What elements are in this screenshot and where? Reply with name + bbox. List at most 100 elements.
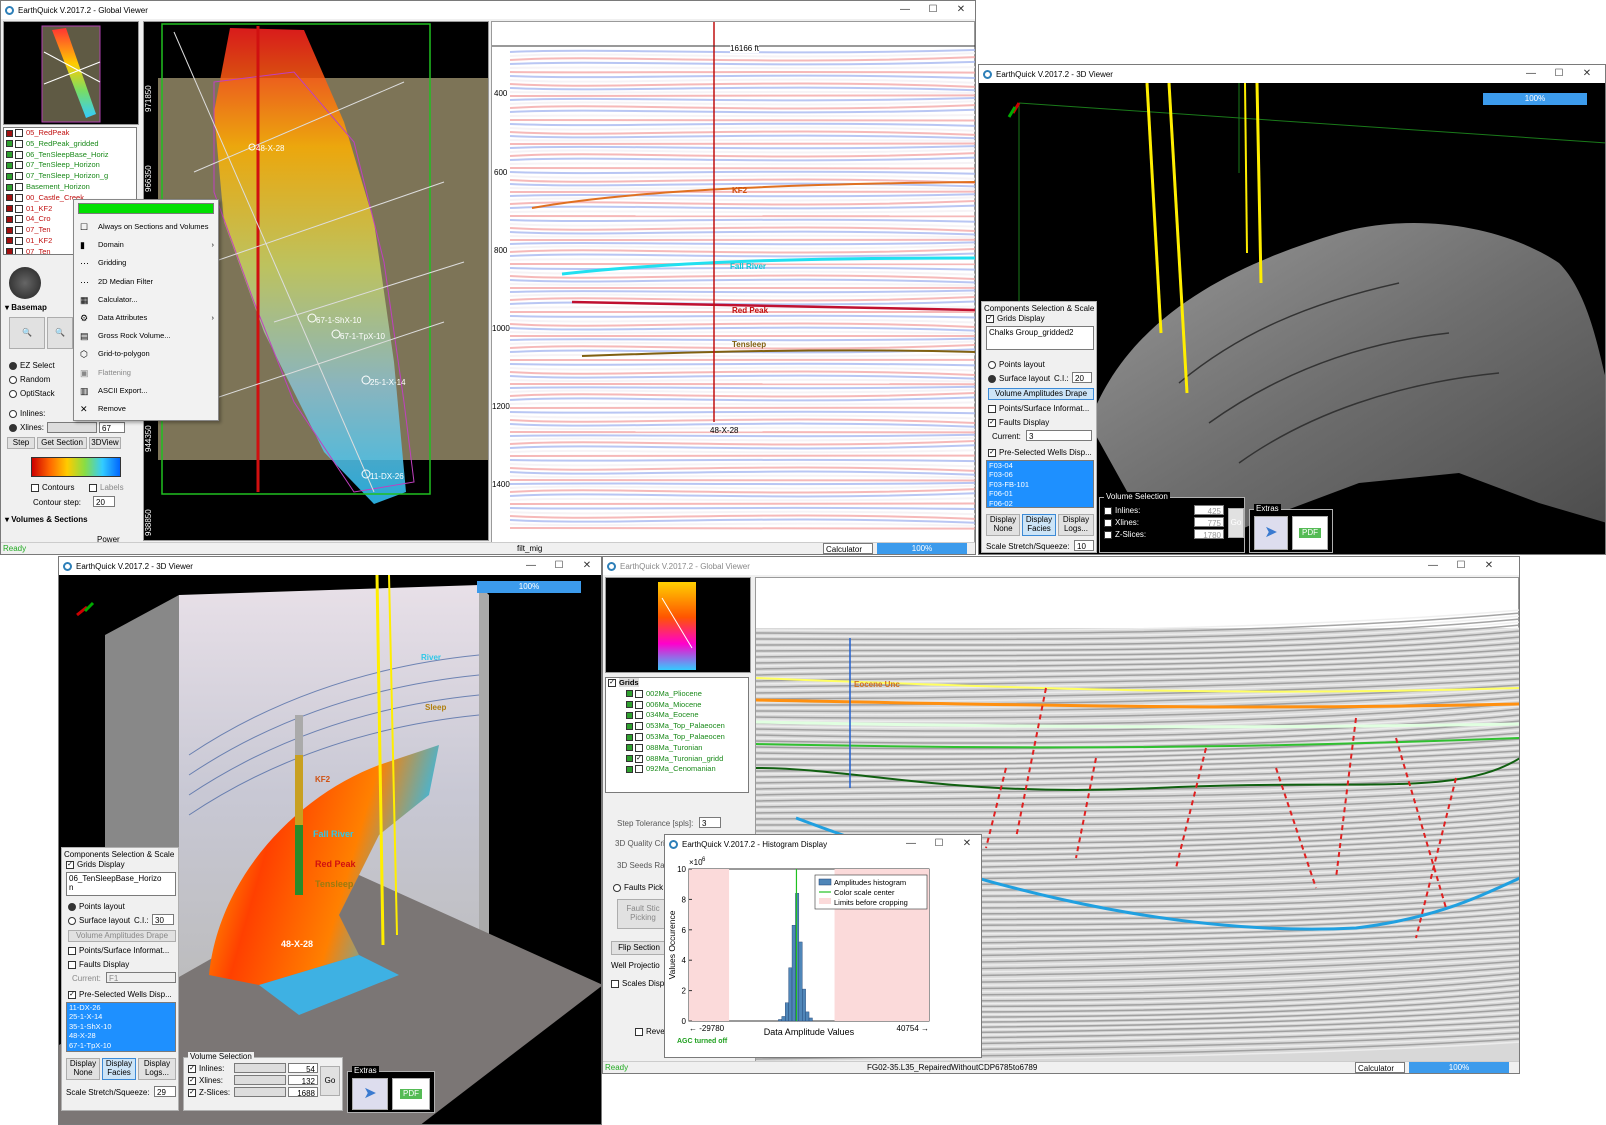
grids-display-checkbox[interactable]: ✓ Grids Display — [66, 860, 125, 869]
title-bar[interactable]: EarthQuick V.2017.2 - Global Viewer — ☐ … — [1, 1, 975, 19]
faults-picking-radio[interactable]: Faults Pick — [613, 883, 663, 892]
basemap-header[interactable]: ▾ Basemap — [5, 303, 47, 312]
maximize-icon[interactable]: ☐ — [545, 557, 573, 575]
zslices-slider[interactable] — [234, 1087, 286, 1097]
grids-display-checkbox[interactable]: ✓ Grids Display — [986, 314, 1045, 323]
grid-checkbox[interactable] — [635, 743, 643, 752]
maximize-icon[interactable]: ☐ — [919, 1, 947, 19]
display-logs-button[interactable]: Display Logs... — [1058, 514, 1094, 536]
well-item[interactable]: F03-06 — [987, 470, 1093, 479]
view3d-button[interactable]: 3DView — [89, 437, 121, 449]
menu-item[interactable]: ⋯ 2D Median Filter — [74, 273, 218, 291]
grid-checkbox[interactable] — [15, 161, 23, 170]
grid-checkbox[interactable] — [635, 689, 643, 698]
grid-checkbox[interactable] — [15, 204, 23, 213]
faults-display-checkbox[interactable]: Faults Display — [68, 960, 129, 969]
grid-item[interactable]: 053Ma_Top_Palaeocen — [606, 721, 748, 732]
mode-optistack[interactable]: OptiStack — [9, 389, 55, 398]
go-button[interactable]: Go — [1228, 508, 1244, 538]
labels-checkbox[interactable]: Labels — [89, 483, 124, 492]
minimize-icon[interactable]: — — [517, 557, 545, 575]
well-item[interactable]: F06-01 — [987, 489, 1093, 498]
pre-selected-wells-checkbox[interactable]: ✓ Pre-Selected Wells Disp... — [988, 448, 1092, 457]
display-none-button[interactable]: Display None — [66, 1058, 100, 1080]
reverse-checkbox[interactable]: Reve — [635, 1027, 665, 1036]
section-canvas[interactable]: 16166 ft 400 600 800 1000 1200 1400 KF2 … — [491, 21, 975, 551]
grid-checkbox[interactable] — [15, 215, 23, 224]
menu-item[interactable]: ▣ Flattening — [74, 364, 218, 382]
grid-item[interactable]: ✓ 088Ma_Turonian_gridd — [606, 754, 748, 765]
grid-checkbox[interactable] — [635, 711, 643, 720]
well-item[interactable]: 11-DX-26 — [67, 1003, 175, 1012]
menu-item[interactable]: ▤ Gross Rock Volume... — [74, 327, 218, 345]
xlines-field[interactable]: 132 — [288, 1075, 318, 1085]
grid-item[interactable]: 053Ma_Top_Palaeocen — [606, 732, 748, 743]
grid-select[interactable]: Chalks Group_gridded2 — [986, 326, 1094, 350]
mode-ez-select[interactable]: EZ Select — [9, 361, 55, 370]
grid-checkbox[interactable] — [15, 226, 23, 235]
minimize-icon[interactable]: — — [891, 1, 919, 19]
title-bar[interactable]: EarthQuick V.2017.2 - 3D Viewer — ☐ ✕ — [979, 65, 1605, 83]
title-bar[interactable]: EarthQuick V.2017.2 - Global Viewer — ☐ … — [603, 557, 1519, 575]
wells-list[interactable]: F03-04 F03-06 F03-FB-101 F06-01 F06-02 — [986, 460, 1094, 508]
grid-checkbox[interactable] — [15, 193, 23, 202]
step-button[interactable]: Step — [7, 437, 35, 449]
menu-item[interactable]: ▦ Calculator... — [74, 291, 218, 309]
menu-item[interactable]: ▮ Domain › — [74, 236, 218, 254]
calculator-select[interactable]: Calculator — [823, 543, 873, 554]
flip-section-button[interactable]: Flip Section — [611, 941, 667, 955]
inlines-checkbox[interactable]: ✓ Inlines: — [188, 1064, 224, 1073]
menu-item[interactable]: ⬡ Grid-to-polygon — [74, 345, 218, 363]
grid-item[interactable]: 06_TenSleepBase_Horiz — [4, 150, 136, 161]
zslices-field[interactable]: 1688 — [288, 1087, 318, 1097]
pdf-export-button[interactable]: PDF — [392, 1078, 430, 1110]
display-logs-button[interactable]: Display Logs... — [138, 1058, 176, 1080]
grid-item[interactable]: Basement_Horizon — [4, 182, 136, 193]
ci-field[interactable]: 20 — [1072, 372, 1092, 383]
scales-display-checkbox[interactable]: Scales Disp — [611, 979, 664, 988]
maximize-icon[interactable]: ☐ — [925, 835, 953, 853]
color-scale-bar[interactable] — [31, 457, 121, 477]
grid-item[interactable]: 088Ma_Turonian — [606, 743, 748, 754]
grid-item[interactable]: 07_TenSleep_Horizon — [4, 160, 136, 171]
grid-checkbox[interactable] — [15, 150, 23, 159]
step-tolerance-field[interactable]: 3 — [699, 817, 721, 828]
scale-stretch-field[interactable]: 10 — [1074, 540, 1094, 551]
maximize-icon[interactable]: ☐ — [1545, 65, 1573, 83]
grid-item[interactable]: 07_TenSleep_Horizon_g — [4, 171, 136, 182]
menu-item[interactable]: ✕ Remove — [74, 400, 218, 418]
close-icon[interactable]: ✕ — [573, 557, 601, 575]
grid-checkbox[interactable] — [15, 129, 23, 138]
grid-item[interactable]: 006Ma_Miocene — [606, 700, 748, 711]
current-select[interactable]: F1 — [106, 972, 176, 983]
inlines-field[interactable]: 425 — [1194, 505, 1224, 515]
maximize-icon[interactable]: ☐ — [1447, 557, 1475, 575]
grid-item[interactable]: 034Ma_Eocene — [606, 710, 748, 721]
ci-field[interactable]: 30 — [152, 914, 174, 925]
grid-select[interactable]: 06_TenSleepBase_Horizo n — [66, 872, 176, 896]
points-surface-info-checkbox[interactable]: Points/Surface Informat... — [68, 946, 169, 955]
send-icon[interactable]: ➤ — [1254, 516, 1288, 550]
grid-checkbox[interactable] — [15, 236, 23, 245]
zoom-out-button[interactable]: 🔍 — [47, 317, 73, 349]
inlines-field[interactable]: 54 — [288, 1063, 318, 1073]
menu-item[interactable]: ⚙ Data Attributes › — [74, 309, 218, 327]
title-bar[interactable]: EarthQuick V.2017.2 - Histogram Display … — [665, 835, 981, 853]
minimize-icon[interactable]: — — [1517, 65, 1545, 83]
display-facies-button[interactable]: Display Facies — [102, 1058, 136, 1080]
inlines-slider[interactable] — [234, 1063, 286, 1073]
tree-root[interactable]: ✓ Grids — [606, 678, 748, 689]
grid-checkbox[interactable] — [635, 733, 643, 741]
close-icon[interactable]: ✕ — [1475, 557, 1503, 575]
go-button[interactable]: Go — [320, 1066, 340, 1096]
zoom-in-button[interactable]: 🔍 — [9, 317, 45, 349]
grid-checkbox[interactable] — [15, 247, 23, 254]
contour-step-field[interactable]: 20 — [93, 496, 115, 507]
inlines-checkbox[interactable]: Inlines: — [1104, 506, 1140, 515]
inlines-radio[interactable]: Inlines: — [9, 409, 45, 418]
grid-checkbox[interactable]: ✓ — [635, 754, 643, 763]
contours-checkbox[interactable]: Contours — [31, 483, 74, 492]
zslices-checkbox[interactable]: ✓ Z-Slices: — [188, 1088, 230, 1097]
overview-map[interactable] — [3, 21, 139, 125]
grid-item[interactable]: 05_RedPeak_gridded — [4, 139, 136, 150]
